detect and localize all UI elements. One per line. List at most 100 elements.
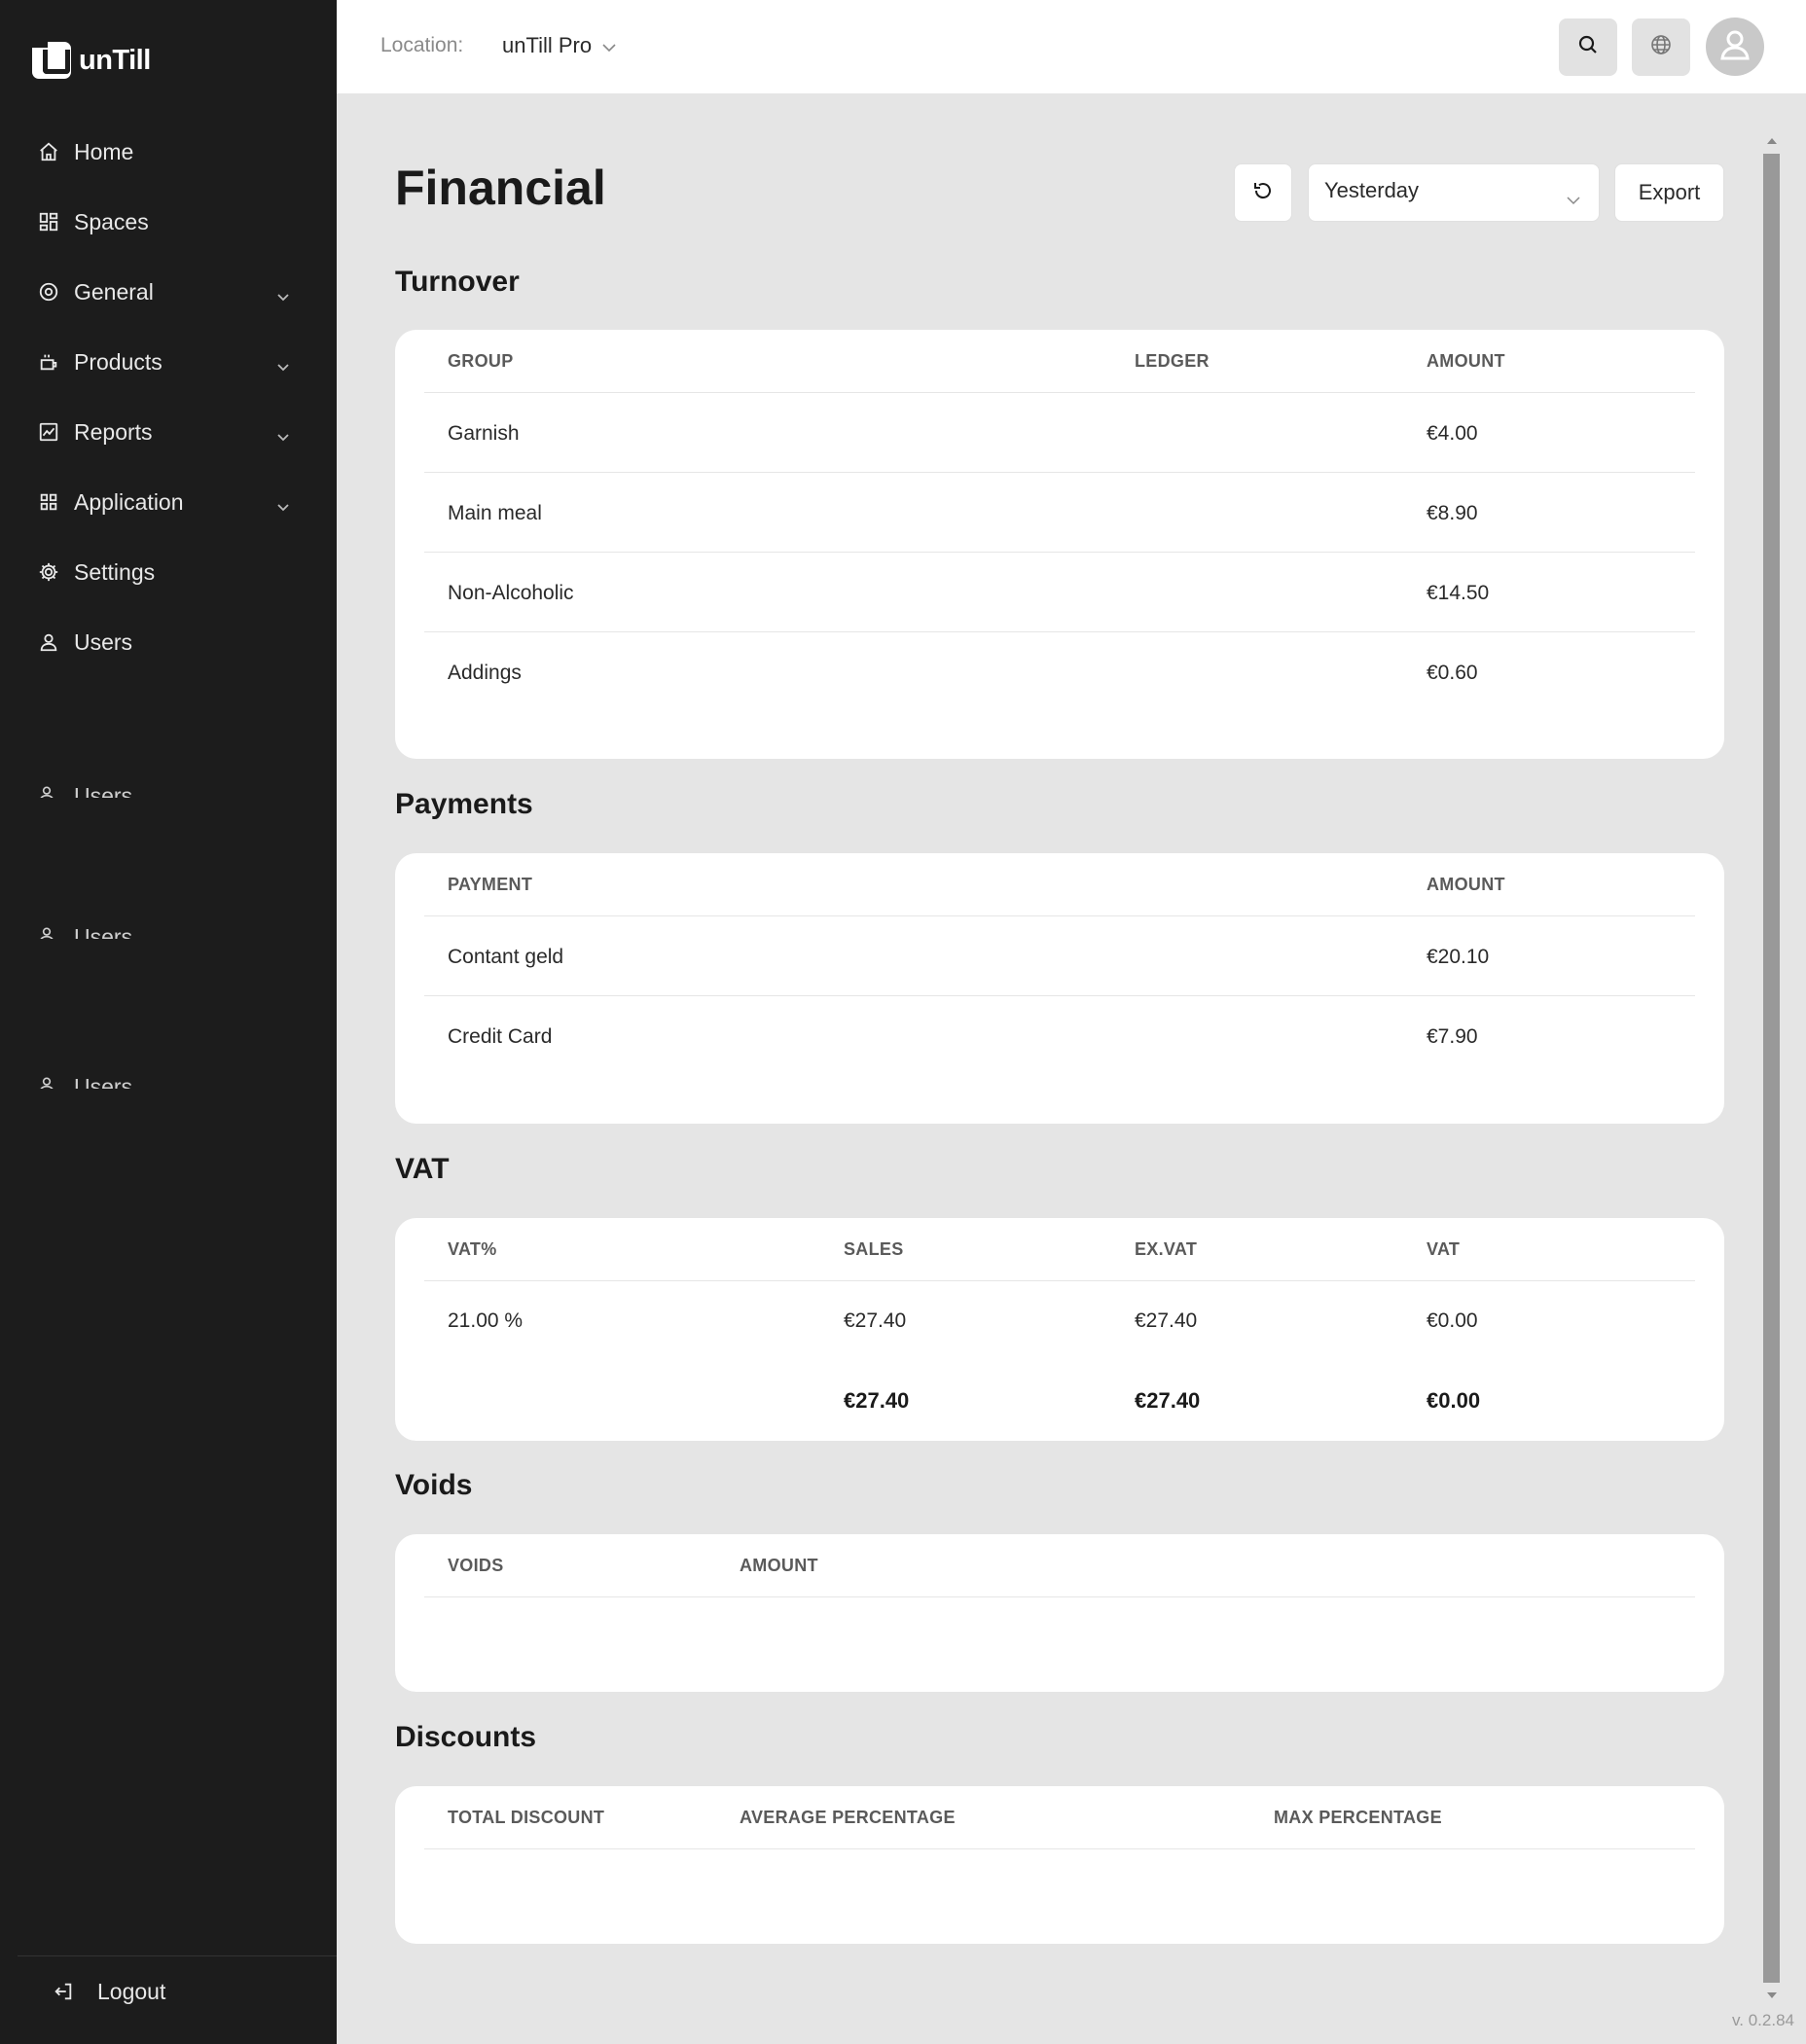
vat-cell: €0.00 <box>1427 1309 1478 1332</box>
column-header: VAT% <box>448 1239 497 1259</box>
page-title: Financial <box>395 161 606 215</box>
export-button[interactable]: Export <box>1614 163 1724 222</box>
column-header: AMOUNT <box>740 1556 818 1575</box>
column-header: SALES <box>844 1239 904 1259</box>
discounts-table: TOTAL DISCOUNT AVERAGE PERCENTAGE MAX PE… <box>395 1786 1724 1944</box>
application-icon <box>37 490 60 514</box>
sales-cell: €27.40 <box>844 1309 907 1332</box>
chevron-down-icon <box>601 33 617 58</box>
products-icon <box>37 350 60 374</box>
app-logo[interactable]: unTill <box>32 42 151 79</box>
avatar[interactable] <box>1706 18 1764 76</box>
refresh-icon <box>1251 179 1275 207</box>
scroll-up-icon[interactable] <box>1763 134 1780 148</box>
column-header: AVERAGE PERCENTAGE <box>740 1808 956 1827</box>
logout-icon <box>53 1981 76 2004</box>
top-bar: Location: unTill Pro <box>337 0 1806 93</box>
column-header: AMOUNT <box>1427 351 1505 371</box>
search-button[interactable] <box>1559 18 1617 76</box>
sidebar-item-application[interactable]: Application <box>0 467 337 537</box>
amount-cell: €4.00 <box>1427 422 1478 445</box>
sidebar-item-users[interactable]: Users <box>0 607 337 677</box>
divider <box>424 995 1695 996</box>
divider <box>424 472 1695 473</box>
ex-vat-cell: €27.40 <box>1135 1309 1198 1332</box>
scroll-down-icon[interactable] <box>1763 1989 1780 2002</box>
section-title-voids: Voids <box>395 1469 473 1501</box>
period-value: Yesterday <box>1324 178 1420 202</box>
turnover-table: GROUP LEDGER AMOUNT Garnish €4.00 Main m… <box>395 330 1724 759</box>
ghost-sidebar-item: Users <box>37 778 132 798</box>
divider <box>424 631 1695 632</box>
user-icon <box>37 783 60 798</box>
divider <box>424 915 1695 916</box>
divider <box>424 392 1695 393</box>
sidebar-item-label: Settings <box>74 558 156 585</box>
sidebar-item-spaces[interactable]: Spaces <box>0 187 337 257</box>
amount-cell: €0.60 <box>1427 662 1478 684</box>
group-cell: Non-Alcoholic <box>448 582 574 604</box>
total-ex-vat: €27.40 <box>1135 1388 1201 1413</box>
section-title-payments: Payments <box>395 788 533 820</box>
chevron-down-icon <box>276 422 290 448</box>
language-button[interactable] <box>1632 18 1690 76</box>
chevron-down-icon <box>276 492 290 519</box>
amount-cell: €7.90 <box>1427 1025 1478 1048</box>
user-icon <box>37 1074 60 1089</box>
period-select[interactable]: Yesterday <box>1308 163 1600 222</box>
section-title-discounts: Discounts <box>395 1721 537 1753</box>
logout-button[interactable]: Logout <box>53 1979 165 2005</box>
search-icon <box>1576 33 1600 61</box>
divider <box>424 1280 1695 1281</box>
scrollbar-thumb[interactable] <box>1763 154 1780 1983</box>
group-cell: Addings <box>448 662 522 684</box>
column-header: MAX PERCENTAGE <box>1274 1808 1442 1827</box>
ghost-sidebar-item: Users <box>37 1069 132 1089</box>
column-header: LEDGER <box>1135 351 1210 371</box>
sidebar-item-label: Users <box>74 628 133 655</box>
divider <box>424 552 1695 553</box>
user-icon <box>37 924 60 939</box>
globe-icon <box>1649 33 1673 61</box>
divider <box>424 1596 1695 1597</box>
untill-logo-icon <box>32 42 71 79</box>
sidebar-item-label: General <box>74 278 154 305</box>
sidebar-item-home[interactable]: Home <box>0 117 337 187</box>
user-icon <box>37 630 60 654</box>
vat-pct-cell: 21.00 % <box>448 1309 524 1332</box>
sidebar: unTill Home Spaces General Products Repo… <box>0 0 337 2044</box>
sidebar-item-reports[interactable]: Reports <box>0 397 337 467</box>
spaces-icon <box>37 210 60 233</box>
home-icon <box>37 140 60 163</box>
sidebar-item-settings[interactable]: Settings <box>0 537 337 607</box>
ghost-label: Users <box>74 924 133 939</box>
payment-cell: Credit Card <box>448 1025 553 1048</box>
sidebar-item-general[interactable]: General <box>0 257 337 327</box>
refresh-button[interactable] <box>1234 163 1292 222</box>
chevron-down-icon <box>1566 186 1581 211</box>
section-title-vat: VAT <box>395 1153 450 1185</box>
column-header: EX.VAT <box>1135 1239 1198 1259</box>
amount-cell: €8.90 <box>1427 502 1478 524</box>
divider <box>424 1848 1695 1849</box>
ghost-sidebar-item: Users <box>37 919 132 939</box>
column-header: AMOUNT <box>1427 875 1505 894</box>
voids-table: VOIDS AMOUNT <box>395 1534 1724 1692</box>
sidebar-nav: Home Spaces General Products Reports App… <box>0 117 337 677</box>
location-selector[interactable]: unTill Pro <box>502 33 617 58</box>
ghost-label: Users <box>74 783 133 798</box>
vat-table: VAT% SALES EX.VAT VAT 21.00 % €27.40 €27… <box>395 1218 1724 1441</box>
sidebar-item-label: Home <box>74 138 134 164</box>
payment-cell: Contant geld <box>448 946 564 968</box>
general-icon <box>37 280 60 304</box>
app-name: unTill <box>79 44 151 76</box>
chevron-down-icon <box>276 282 290 308</box>
sidebar-item-label: Reports <box>74 418 153 445</box>
total-sales: €27.40 <box>844 1388 910 1413</box>
user-avatar-icon <box>1716 25 1754 69</box>
column-header: PAYMENT <box>448 875 533 894</box>
group-cell: Garnish <box>448 422 520 445</box>
sidebar-item-products[interactable]: Products <box>0 327 337 397</box>
sidebar-item-label: Spaces <box>74 208 149 234</box>
logout-label: Logout <box>97 1979 166 2004</box>
